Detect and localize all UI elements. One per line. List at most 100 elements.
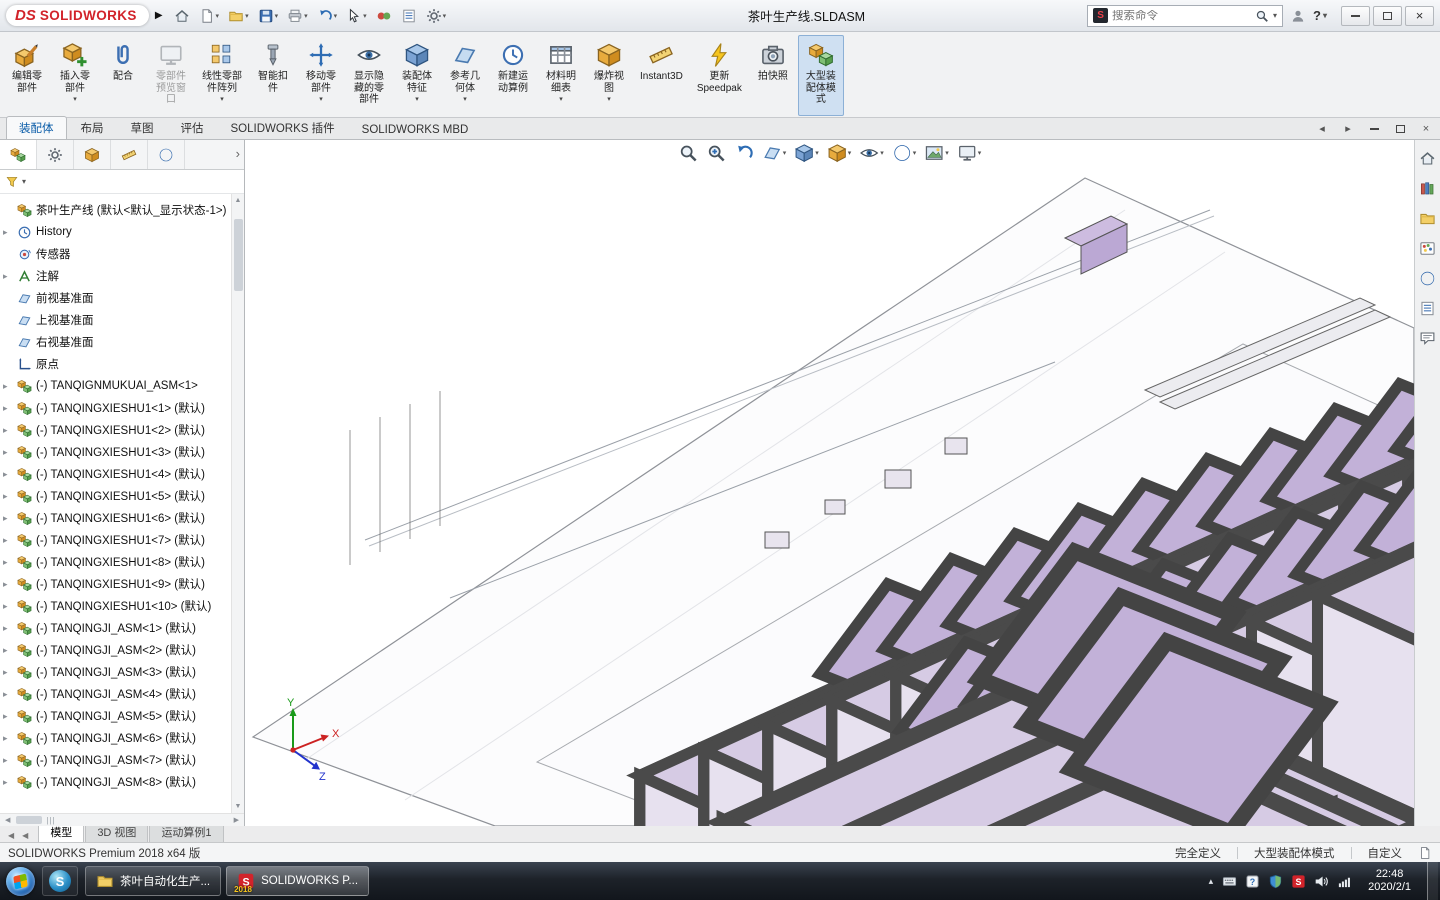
doc-close-button[interactable]: ×: [1418, 121, 1434, 136]
taskbar-solidworks-window[interactable]: 2018 SOLIDWORKS P...: [226, 866, 369, 896]
insert-components-button[interactable]: 插入零 部件 ▾: [52, 35, 98, 116]
help-button[interactable]: ?▾: [1313, 8, 1327, 23]
reference-geometry-button[interactable]: 参考几 何体 ▾: [442, 35, 488, 116]
update-speedpak-button[interactable]: 更新 Speedpak ▾: [691, 35, 748, 116]
edit-component-button[interactable]: 编辑零 部件 ▾: [4, 35, 50, 116]
expand-arrow-icon[interactable]: ▸: [3, 777, 13, 788]
start-button[interactable]: [6, 867, 35, 896]
taskpane-view-palette[interactable]: [1419, 240, 1436, 257]
dock-next-icon[interactable]: ▸: [1340, 121, 1356, 136]
tree-item[interactable]: ▸ (-) TANQINGJI_ASM<7> (默认): [3, 749, 230, 771]
tab-featuremanager[interactable]: [0, 140, 37, 169]
taskbar-folder-window[interactable]: 茶叶自动化生产...: [85, 866, 221, 896]
display-style-button[interactable]: ▾: [827, 143, 852, 163]
scrollbar-thumb[interactable]: [234, 219, 243, 291]
expand-arrow-icon[interactable]: ▸: [3, 689, 13, 700]
command-search-box[interactable]: S ▾: [1087, 5, 1283, 27]
ribbon-tab[interactable]: 草图: [118, 116, 167, 139]
tree-item[interactable]: ▸ 传感器: [3, 243, 230, 265]
tree-item[interactable]: ▸ (-) TANQINGJI_ASM<4> (默认): [3, 683, 230, 705]
print-button[interactable]: ▾: [284, 5, 311, 27]
doc-restore-button[interactable]: [1392, 121, 1408, 136]
taskpane-file-explorer[interactable]: [1419, 210, 1436, 227]
user-account-icon[interactable]: [1290, 8, 1306, 24]
apply-scene-button[interactable]: ▾: [924, 143, 949, 163]
tree-item[interactable]: ▸ History: [3, 221, 230, 243]
tree-item[interactable]: ▸ (-) TANQINGJI_ASM<3> (默认): [3, 661, 230, 683]
scroll-down-icon[interactable]: ▼: [233, 800, 244, 813]
take-snapshot-button[interactable]: 拍快照 ▾: [750, 35, 796, 116]
model-3d-view[interactable]: Y X Z: [245, 140, 1414, 826]
tree-item[interactable]: ▸ 注解: [3, 265, 230, 287]
taskpane-forum[interactable]: [1419, 330, 1436, 347]
zoom-to-fit-button[interactable]: ▾: [678, 143, 698, 163]
hide-show-items-button[interactable]: ▾: [859, 143, 884, 163]
expand-arrow-icon[interactable]: ▸: [3, 667, 13, 678]
taskpane-custom-properties[interactable]: [1419, 300, 1436, 317]
tree-item[interactable]: ▸ 前视基准面: [3, 287, 230, 309]
panel-splitter-grip[interactable]: |||: [46, 816, 55, 825]
ribbon-tab[interactable]: 布局: [68, 116, 117, 139]
component-preview-window-button[interactable]: 零部件 预览窗 口 ▾: [148, 35, 194, 116]
ribbon-tab[interactable]: 装配体: [6, 116, 67, 139]
expand-arrow-icon[interactable]: ▸: [3, 403, 13, 414]
mate-button[interactable]: 配合 ▾: [100, 35, 146, 116]
status-customize-button[interactable]: 自定义: [1368, 845, 1403, 861]
edit-appearance-button[interactable]: ▾: [892, 143, 917, 163]
tree-item[interactable]: ▸ (-) TANQINGXIESHU1<10> (默认): [3, 595, 230, 617]
filter-funnel-icon[interactable]: [5, 175, 19, 189]
options-button[interactable]: ▾: [423, 5, 450, 27]
taskpane-solidworks-resources[interactable]: [1419, 150, 1436, 167]
expand-arrow-icon[interactable]: ▸: [3, 469, 13, 480]
expand-arrow-icon[interactable]: ▸: [3, 491, 13, 502]
solidworks-tray-icon[interactable]: [1291, 874, 1306, 889]
tree-item[interactable]: ▸ (-) TANQINGXIESHU1<6> (默认): [3, 507, 230, 529]
large-assembly-mode-button[interactable]: 大型装 配体模 式 ▾: [798, 35, 844, 116]
search-dropdown-arrow-icon[interactable]: ▾: [1273, 11, 1277, 20]
new-motion-study-button[interactable]: 新建运 动算例 ▾: [490, 35, 536, 116]
move-component-button[interactable]: 移动零 部件 ▾: [298, 35, 344, 116]
expand-arrow-icon[interactable]: ▸: [3, 425, 13, 436]
expand-arrow-icon[interactable]: ▸: [3, 557, 13, 568]
expand-arrow-icon[interactable]: ▸: [3, 513, 13, 524]
tree-item[interactable]: ▸ 右视基准面: [3, 331, 230, 353]
tree-item[interactable]: ▸ (-) TANQINGXIESHU1<2> (默认): [3, 419, 230, 441]
solidworks-logo[interactable]: DS SOLIDWORKS: [6, 5, 149, 26]
zoom-to-area-button[interactable]: ▾: [706, 143, 726, 163]
taskbar-clock[interactable]: 22:48 2020/2/1: [1368, 868, 1411, 895]
expand-arrow-icon[interactable]: ▸: [3, 579, 13, 590]
scroll-left-icon[interactable]: ◀: [3, 813, 12, 827]
search-icon[interactable]: [1255, 9, 1269, 23]
previous-view-button[interactable]: ▾: [734, 143, 754, 163]
expand-arrow-icon[interactable]: ▸: [3, 711, 13, 722]
smart-fasteners-button[interactable]: 智能扣 件 ▾: [250, 35, 296, 116]
doc-minimize-button[interactable]: [1366, 121, 1382, 136]
open-button[interactable]: ▾: [225, 5, 252, 27]
tree-item[interactable]: ▸ (-) TANQINGJI_ASM<2> (默认): [3, 639, 230, 661]
close-button[interactable]: ×: [1405, 6, 1434, 26]
tree-item[interactable]: ▸ (-) TANQINGJI_ASM<8> (默认): [3, 771, 230, 793]
exploded-view-button[interactable]: 爆炸视 图 ▾: [586, 35, 632, 116]
expand-arrow-icon[interactable]: ▸: [3, 601, 13, 612]
show-hidden-components-button[interactable]: 显示隐 藏的零 部件 ▾: [346, 35, 392, 116]
scroll-up-icon[interactable]: ▲: [233, 194, 244, 207]
tab-configurationmanager[interactable]: [74, 140, 111, 169]
taskpane-design-library[interactable]: [1419, 180, 1436, 197]
tree-item[interactable]: ▸ (-) TANQINGJI_ASM<1> (默认): [3, 617, 230, 639]
tree-item[interactable]: ▸ (-) TANQIGNMUKUAI_ASM<1>: [3, 375, 230, 397]
tree-horizontal-scrollbar[interactable]: ◀ ||| ▶: [0, 813, 244, 826]
linear-component-pattern-button[interactable]: 线性零部 件阵列 ▾: [196, 35, 248, 116]
expand-arrow-icon[interactable]: ▸: [3, 447, 13, 458]
tree-item[interactable]: ▸ (-) TANQINGJI_ASM<6> (默认): [3, 727, 230, 749]
restore-button[interactable]: [1373, 6, 1402, 26]
tab-displaymanager[interactable]: [148, 140, 185, 169]
display-toggle-button[interactable]: ▾: [373, 5, 395, 27]
taskpane-appearances-scenes[interactable]: [1419, 270, 1436, 287]
undo-button[interactable]: ▾: [314, 5, 341, 27]
window-menu-arrow-icon[interactable]: ▶: [155, 10, 163, 21]
ribbon-tab[interactable]: SOLIDWORKS 插件: [218, 116, 348, 139]
tree-item[interactable]: ▸ 原点: [3, 353, 230, 375]
tabs-scroll-left-icon[interactable]: ◀: [18, 831, 32, 842]
filter-dropdown-arrow-icon[interactable]: ▾: [22, 177, 26, 186]
touch-keyboard-icon[interactable]: [1222, 874, 1237, 889]
